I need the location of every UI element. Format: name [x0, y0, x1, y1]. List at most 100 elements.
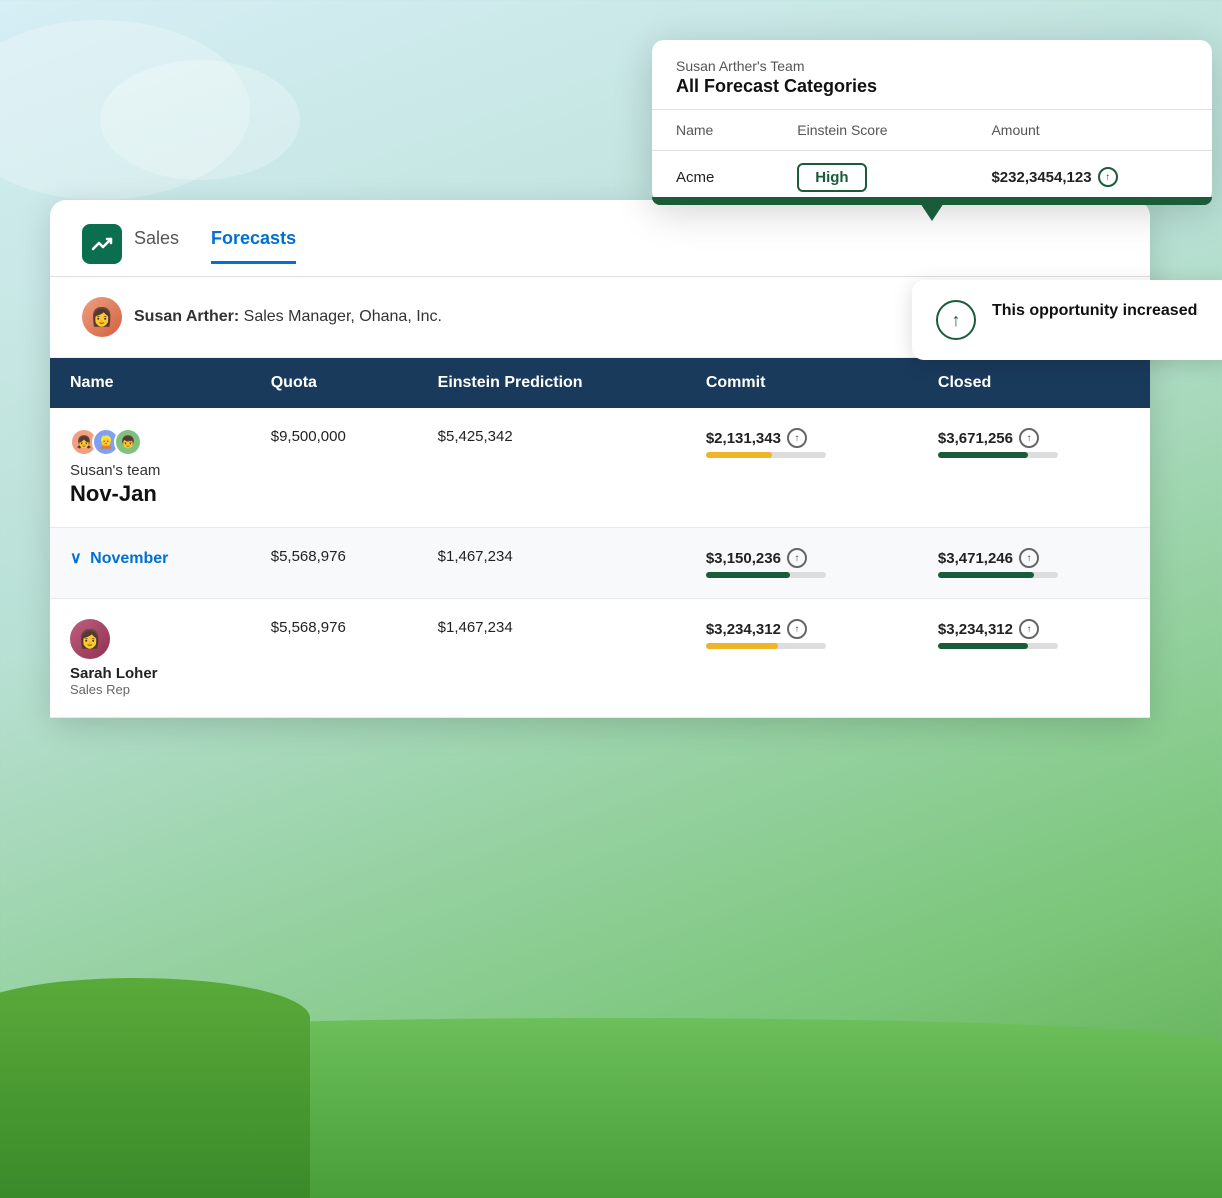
table-row: 👧 👱 👦 Susan's team Nov-Jan $9,500,000 $5…: [50, 408, 1150, 528]
popup-cell-score: High: [773, 151, 967, 204]
popup-table: Name Einstein Score Amount Acme High $23…: [652, 110, 1212, 203]
sarah-einstein: $1,467,234: [418, 599, 686, 718]
november-closed-arrow-icon: ↑: [1019, 548, 1039, 568]
november-closed-value: $3,471,246: [938, 550, 1013, 567]
team-closed-progress-fill: [938, 452, 1028, 458]
sarah-commit-arrow-icon: ↑: [787, 619, 807, 639]
sarah-commit-progress-fill: [706, 643, 778, 649]
sarah-name-cell: 👩 Sarah Loher Sales Rep: [50, 599, 251, 718]
col-name: Name: [50, 358, 251, 408]
team-commit-arrow-icon: ↑: [787, 428, 807, 448]
sales-card: Sales Forecasts 👩 Susan Arther: Sales Ma…: [50, 200, 1150, 718]
team-closed-progress-bg: [938, 452, 1058, 458]
team-closed-arrow-icon: ↑: [1019, 428, 1039, 448]
november-commit-arrow-icon: ↑: [787, 548, 807, 568]
sarah-closed-amount-row: $3,234,312 ↑: [938, 619, 1130, 639]
forecast-popup-card: Susan Arther's Team All Forecast Categor…: [652, 40, 1212, 203]
popup-amount-row: $232,3454,123 ↑: [991, 167, 1188, 187]
sarah-closed-value: $3,234,312: [938, 621, 1013, 638]
popup-header: Susan Arther's Team All Forecast Categor…: [652, 40, 1212, 110]
november-label[interactable]: ∨ November: [70, 550, 168, 567]
november-closed-progress-bg: [938, 572, 1058, 578]
team-name-cell: 👧 👱 👦 Susan's team Nov-Jan: [50, 408, 251, 528]
sarah-closed-arrow-icon: ↑: [1019, 619, 1039, 639]
november-closed-progress-fill: [938, 572, 1034, 578]
col-quota: Quota: [251, 358, 418, 408]
popup-team-label: Susan Arther's Team: [676, 58, 1188, 74]
team-quota: $9,500,000: [251, 408, 418, 528]
tooltip-text: This opportunity increased: [992, 300, 1197, 322]
sarah-commit-value: $3,234,312: [706, 621, 781, 638]
team-period: Nov-Jan: [70, 481, 231, 507]
trend-icon: [90, 232, 114, 256]
team-avatar-3: 👦: [114, 428, 142, 456]
team-closed-value: $3,671,256: [938, 430, 1013, 447]
tab-sales[interactable]: Sales: [134, 224, 179, 264]
team-label: Susan's team: [70, 462, 231, 479]
popup-triangle-pointer: [920, 203, 944, 221]
sarah-closed-cell: $3,234,312 ↑: [938, 619, 1130, 649]
team-closed: $3,671,256 ↑: [918, 408, 1150, 528]
tooltip-bubble: ↑ This opportunity increased: [912, 280, 1222, 360]
high-score-badge: High: [797, 163, 866, 192]
team-commit-value: $2,131,343: [706, 430, 781, 447]
forecast-table: Name Quota Einstein Prediction Commit Cl…: [50, 358, 1150, 718]
sarah-avatar: 👩: [70, 619, 110, 659]
tab-bar: Sales Forecasts: [134, 224, 296, 264]
user-name: Susan Arther:: [134, 308, 239, 325]
tab-forecasts[interactable]: Forecasts: [211, 224, 296, 264]
col-einstein: Einstein Prediction: [418, 358, 686, 408]
card-header-top: Sales Forecasts: [82, 224, 1118, 264]
table-row: ∨ November $5,568,976 $1,467,234 $3,150,…: [50, 528, 1150, 599]
popup-row-acme: Acme High $232,3454,123 ↑: [652, 151, 1212, 204]
background-cloud-2: [100, 60, 300, 180]
team-closed-amount-row: $3,671,256 ↑: [938, 428, 1130, 448]
sarah-commit-cell: $3,234,312 ↑: [706, 619, 898, 649]
november-commit: $3,150,236 ↑: [686, 528, 918, 599]
col-commit: Commit: [686, 358, 918, 408]
team-commit-progress-fill: [706, 452, 772, 458]
popup-cell-name: Acme: [652, 151, 773, 204]
popup-col-score: Einstein Score: [773, 110, 967, 151]
user-text: Susan Arther: Sales Manager, Ohana, Inc.: [134, 308, 442, 326]
chevron-down-icon: ∨: [70, 550, 86, 567]
sarah-commit: $3,234,312 ↑: [686, 599, 918, 718]
november-name-cell: ∨ November: [50, 528, 251, 599]
popup-amount-arrow-icon: ↑: [1098, 167, 1118, 187]
popup-col-amount: Amount: [967, 110, 1212, 151]
card-header: Sales Forecasts: [50, 200, 1150, 277]
team-commit: $2,131,343 ↑: [686, 408, 918, 528]
team-commit-amount-row: $2,131,343 ↑: [706, 428, 898, 448]
sarah-commit-amount-row: $3,234,312 ↑: [706, 619, 898, 639]
background-grass-left: [0, 978, 310, 1198]
november-closed-cell: $3,471,246 ↑: [938, 548, 1130, 578]
sarah-commit-progress-bg: [706, 643, 826, 649]
november-quota: $5,568,976: [251, 528, 418, 599]
team-einstein: $5,425,342: [418, 408, 686, 528]
user-avatar: 👩: [82, 297, 122, 337]
november-commit-cell: $3,150,236 ↑: [706, 548, 898, 578]
sarah-title: Sales Rep: [70, 682, 231, 697]
user-role: Sales Manager, Ohana, Inc.: [244, 308, 442, 325]
november-commit-value: $3,150,236: [706, 550, 781, 567]
popup-amount-value: $232,3454,123: [991, 169, 1091, 186]
tooltip-up-arrow-icon: ↑: [936, 300, 976, 340]
sarah-quota: $5,568,976: [251, 599, 418, 718]
popup-title: All Forecast Categories: [676, 76, 1188, 97]
team-commit-cell: $2,131,343 ↑: [706, 428, 898, 458]
november-commit-progress-fill: [706, 572, 790, 578]
table-row: 👩 Sarah Loher Sales Rep $5,568,976 $1,46…: [50, 599, 1150, 718]
table-header-row: Name Quota Einstein Prediction Commit Cl…: [50, 358, 1150, 408]
november-closed-amount-row: $3,471,246 ↑: [938, 548, 1130, 568]
sarah-name: Sarah Loher: [70, 665, 231, 682]
november-commit-progress-bg: [706, 572, 826, 578]
team-avatars: 👧 👱 👦: [70, 428, 231, 456]
popup-col-name: Name: [652, 110, 773, 151]
november-einstein: $1,467,234: [418, 528, 686, 599]
november-closed: $3,471,246 ↑: [918, 528, 1150, 599]
sales-icon: [82, 224, 122, 264]
sarah-closed-progress-bg: [938, 643, 1058, 649]
sarah-closed: $3,234,312 ↑: [918, 599, 1150, 718]
col-closed: Closed: [918, 358, 1150, 408]
sarah-closed-progress-fill: [938, 643, 1028, 649]
